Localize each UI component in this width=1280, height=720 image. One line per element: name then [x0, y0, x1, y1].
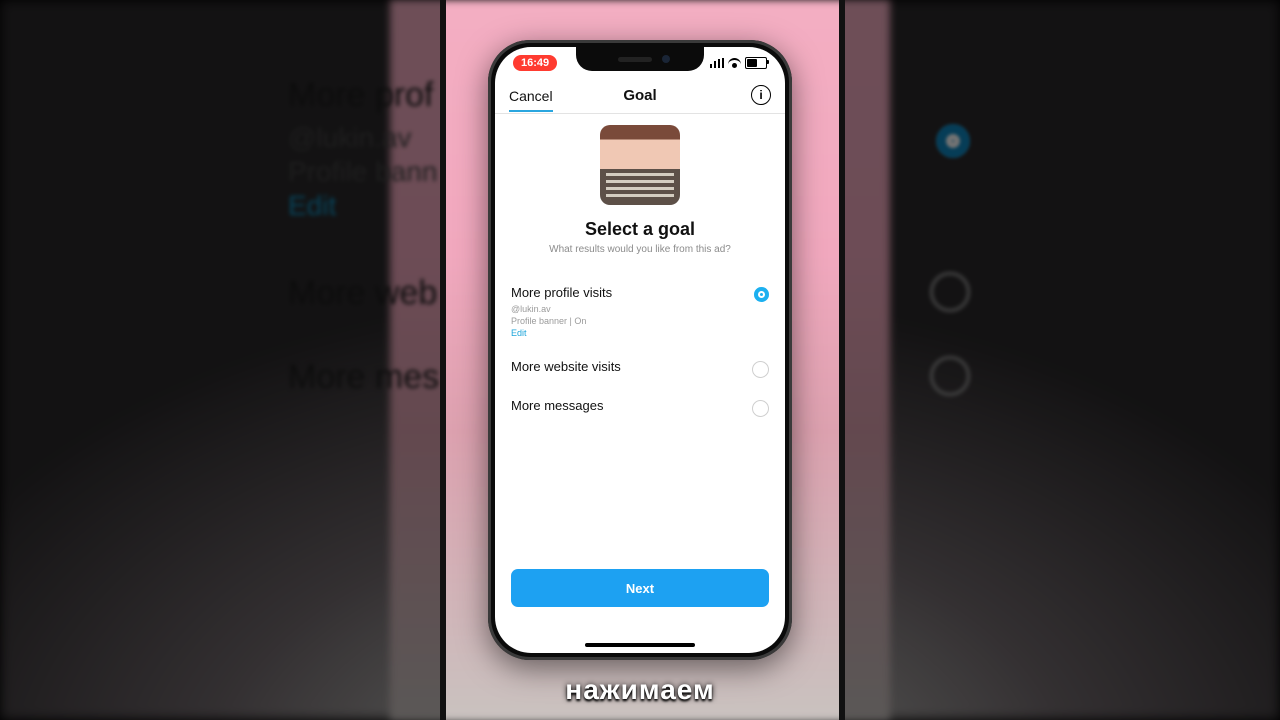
nav-bar: Cancel Goal i — [495, 77, 785, 114]
option-meta: @lukin.av Profile banner | On Edit — [511, 303, 612, 339]
option-label: More messages — [511, 398, 603, 413]
status-time-recording: 16:49 — [513, 55, 557, 71]
next-button[interactable]: Next — [511, 569, 769, 607]
home-indicator[interactable] — [585, 643, 695, 647]
wifi-icon — [728, 58, 741, 68]
cancel-button[interactable]: Cancel — [509, 88, 553, 112]
phone-frame: 16:49 Cancel Goal i Select a goal What r… — [488, 40, 792, 660]
phone-screen: 16:49 Cancel Goal i Select a goal What r… — [495, 47, 785, 653]
goal-option-messages[interactable]: More messages — [511, 388, 769, 427]
right-dim-overlay — [845, 0, 1280, 720]
video-border-right — [839, 0, 845, 720]
radio-selected-icon[interactable] — [754, 287, 769, 302]
radio-unselected-icon[interactable] — [752, 361, 769, 378]
ad-thumbnail[interactable] — [600, 125, 680, 205]
content-area: Select a goal What results would you lik… — [495, 113, 785, 653]
video-border-left — [440, 0, 446, 720]
cellular-icon — [710, 58, 724, 68]
page-title: Select a goal — [511, 219, 769, 240]
status-icons — [710, 57, 767, 69]
goal-option-profile-visits[interactable]: More profile visits @lukin.av Profile ba… — [511, 275, 769, 349]
page-subtitle: What results would you like from this ad… — [511, 244, 769, 255]
option-label: More profile visits — [511, 285, 612, 300]
option-label: More website visits — [511, 359, 621, 374]
option-edit-link[interactable]: Edit — [511, 328, 527, 338]
radio-unselected-icon[interactable] — [752, 400, 769, 417]
left-dim-overlay — [0, 0, 440, 720]
video-caption: нажимаем — [440, 674, 840, 706]
battery-icon — [745, 57, 767, 69]
phone-notch — [576, 47, 704, 71]
goal-option-website-visits[interactable]: More website visits — [511, 349, 769, 388]
info-icon[interactable]: i — [751, 85, 771, 105]
